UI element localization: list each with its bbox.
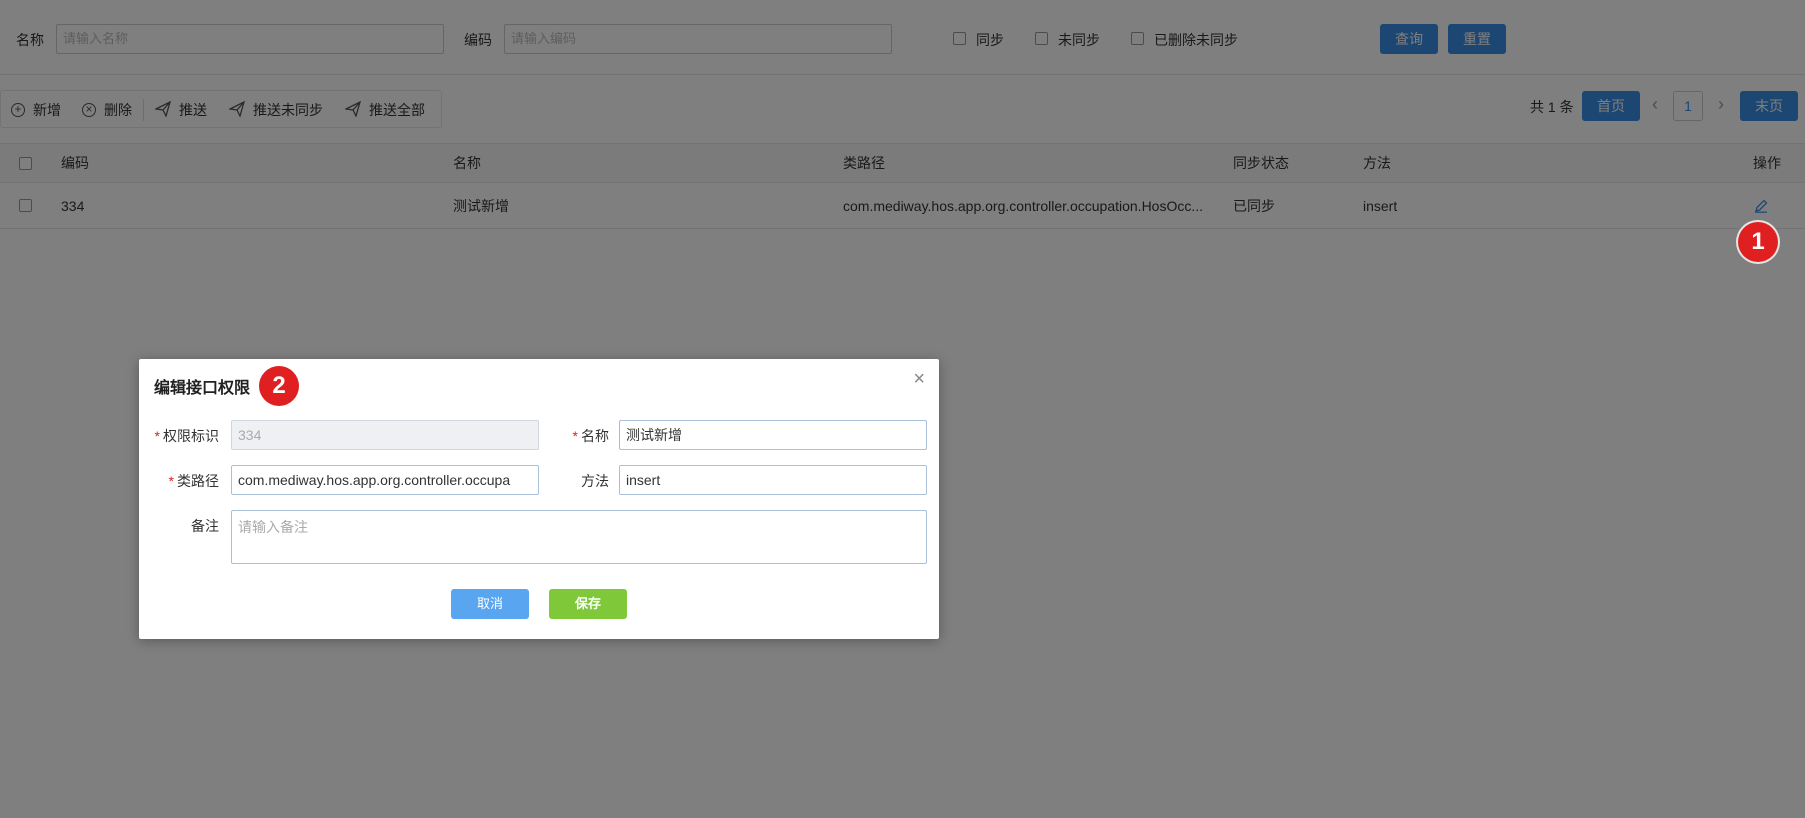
cancel-button[interactable]: 取消 [451,589,529,619]
annotation-marker-1: 1 [1738,222,1778,262]
perm-id-label-text: 权限标识 [163,428,219,444]
remark-textarea[interactable]: 请输入备注 [231,510,927,564]
required-marker: * [168,473,174,489]
required-marker: * [154,428,160,444]
name-field-label: * 名称 [539,426,609,446]
dialog-title: 编辑接口权限 [154,380,251,397]
name-field-label-text: 名称 [581,428,609,444]
class-path-label: * 类路径 [139,471,219,491]
remark-label: 备注 [191,518,219,534]
perm-id-label: * 权限标识 [139,426,219,446]
required-marker: * [572,428,578,444]
name-field[interactable]: 测试新增 [619,420,927,450]
perm-id-field: 334 [231,420,539,450]
close-icon[interactable]: × [913,369,925,389]
method-field-label: 方法 [581,473,609,489]
edit-permission-dialog: 编辑接口权限 2 × * 权限标识 334 * 名称 测试新增 * 类路径 com.m… [139,359,939,639]
class-path-field[interactable]: com.mediway.hos.app.org.controller.occup… [231,465,539,495]
annotation-marker-2: 2 [259,366,299,406]
save-button[interactable]: 保存 [549,589,627,619]
class-path-label-text: 类路径 [177,473,219,489]
method-field[interactable]: insert [619,465,927,495]
